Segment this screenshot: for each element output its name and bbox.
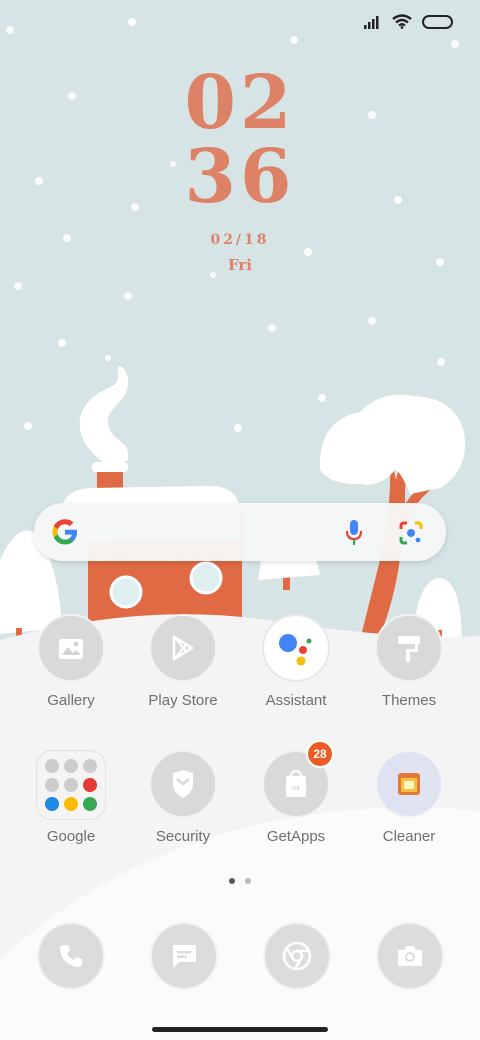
app-gallery[interactable]: Gallery — [16, 614, 126, 709]
google-folder-icon — [36, 750, 106, 820]
clock-minute: 36 — [184, 134, 296, 220]
gallery-icon — [37, 614, 105, 682]
app-label: Assistant — [265, 692, 327, 709]
app-getapps[interactable]: mi 28 GetApps — [241, 740, 351, 845]
notification-badge: 28 — [306, 740, 334, 768]
app-cleaner[interactable]: Cleaner — [354, 750, 464, 845]
assistant-icon — [262, 614, 330, 682]
folder-google[interactable]: Google — [16, 750, 126, 845]
app-security[interactable]: Security — [128, 750, 238, 845]
dock-camera[interactable] — [376, 922, 444, 990]
gesture-home-bar[interactable] — [152, 1027, 328, 1032]
clock-day: Fri — [228, 256, 252, 274]
app-label: GetApps — [266, 828, 326, 845]
phone-icon — [60, 945, 82, 967]
wifi-icon — [392, 14, 412, 29]
status-bar — [364, 14, 454, 29]
app-label: Google — [46, 828, 96, 845]
app-label: Play Store — [148, 692, 218, 709]
chrome-icon — [282, 941, 312, 971]
dock-messages[interactable] — [150, 922, 218, 990]
app-label: Security — [155, 828, 211, 845]
app-label: Gallery — [47, 692, 95, 709]
battery-icon — [422, 14, 453, 29]
lens-camera-icon[interactable] — [398, 520, 424, 546]
clock-date: 02/18 — [210, 232, 270, 248]
google-search-bar[interactable] — [34, 503, 446, 561]
clock-hour: 02 — [184, 60, 296, 146]
clock-widget[interactable]: 02 36 02/18 Fri — [0, 66, 480, 274]
cleaner-icon — [375, 750, 443, 818]
svg-text:mi: mi — [292, 785, 300, 792]
messages-icon — [172, 945, 196, 968]
app-label: Cleaner — [382, 828, 436, 845]
dock-phone[interactable] — [37, 922, 105, 990]
themes-icon — [375, 614, 443, 682]
app-themes[interactable]: Themes — [354, 614, 464, 709]
getapps-icon: mi 28 — [262, 740, 334, 818]
play-store-icon — [149, 614, 217, 682]
app-label: Themes — [381, 692, 437, 709]
security-icon — [149, 750, 217, 818]
app-play-store[interactable]: Play Store — [128, 614, 238, 709]
camera-icon — [398, 946, 422, 966]
page-dot-1[interactable] — [229, 878, 235, 884]
google-g-icon — [52, 519, 77, 545]
page-dot-2[interactable] — [245, 878, 251, 884]
dock-chrome[interactable] — [263, 922, 331, 990]
app-assistant[interactable]: Assistant — [241, 614, 351, 709]
signal-icon — [364, 15, 379, 29]
microphone-icon[interactable] — [344, 519, 364, 547]
page-indicator — [0, 878, 480, 884]
